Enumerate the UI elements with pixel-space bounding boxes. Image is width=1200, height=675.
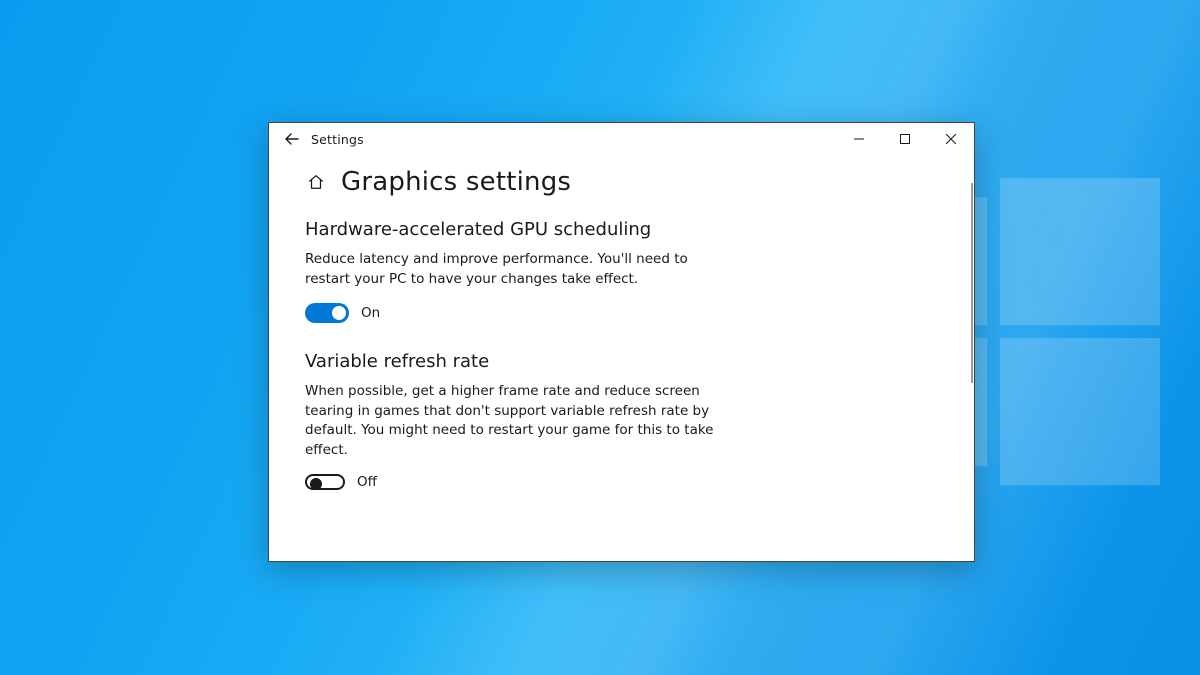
minimize-button[interactable] — [836, 123, 882, 155]
scrollbar[interactable] — [971, 183, 973, 383]
window-titlebar[interactable]: Settings — [269, 123, 974, 155]
window-app-title: Settings — [309, 132, 364, 147]
desktop-background: Settings — [0, 0, 1200, 675]
home-button[interactable] — [305, 171, 327, 193]
settings-window: Settings — [268, 122, 975, 562]
minimize-icon — [854, 134, 864, 144]
content-area: Graphics settings Hardware-accelerated G… — [269, 155, 974, 561]
gpu-toggle-label: On — [361, 305, 380, 321]
maximize-icon — [900, 134, 910, 144]
vrr-section-description: When possible, get a higher frame rate a… — [305, 382, 735, 460]
page-header: Graphics settings — [305, 167, 938, 197]
gpu-section-description: Reduce latency and improve performance. … — [305, 250, 735, 289]
vrr-toggle-row: Off — [305, 474, 938, 490]
gpu-scheduling-toggle[interactable] — [305, 303, 349, 323]
settings-content: Graphics settings Hardware-accelerated G… — [269, 155, 974, 561]
back-button[interactable] — [275, 123, 309, 155]
home-icon — [307, 173, 325, 191]
vrr-toggle-label: Off — [357, 474, 377, 490]
maximize-button[interactable] — [882, 123, 928, 155]
vrr-toggle[interactable] — [305, 474, 345, 490]
back-arrow-icon — [284, 131, 300, 147]
window-controls — [836, 123, 974, 155]
gpu-section-title: Hardware-accelerated GPU scheduling — [305, 219, 938, 240]
close-icon — [946, 134, 956, 144]
gpu-toggle-row: On — [305, 303, 938, 323]
page-title: Graphics settings — [341, 167, 571, 197]
vrr-section-title: Variable refresh rate — [305, 351, 938, 372]
close-button[interactable] — [928, 123, 974, 155]
